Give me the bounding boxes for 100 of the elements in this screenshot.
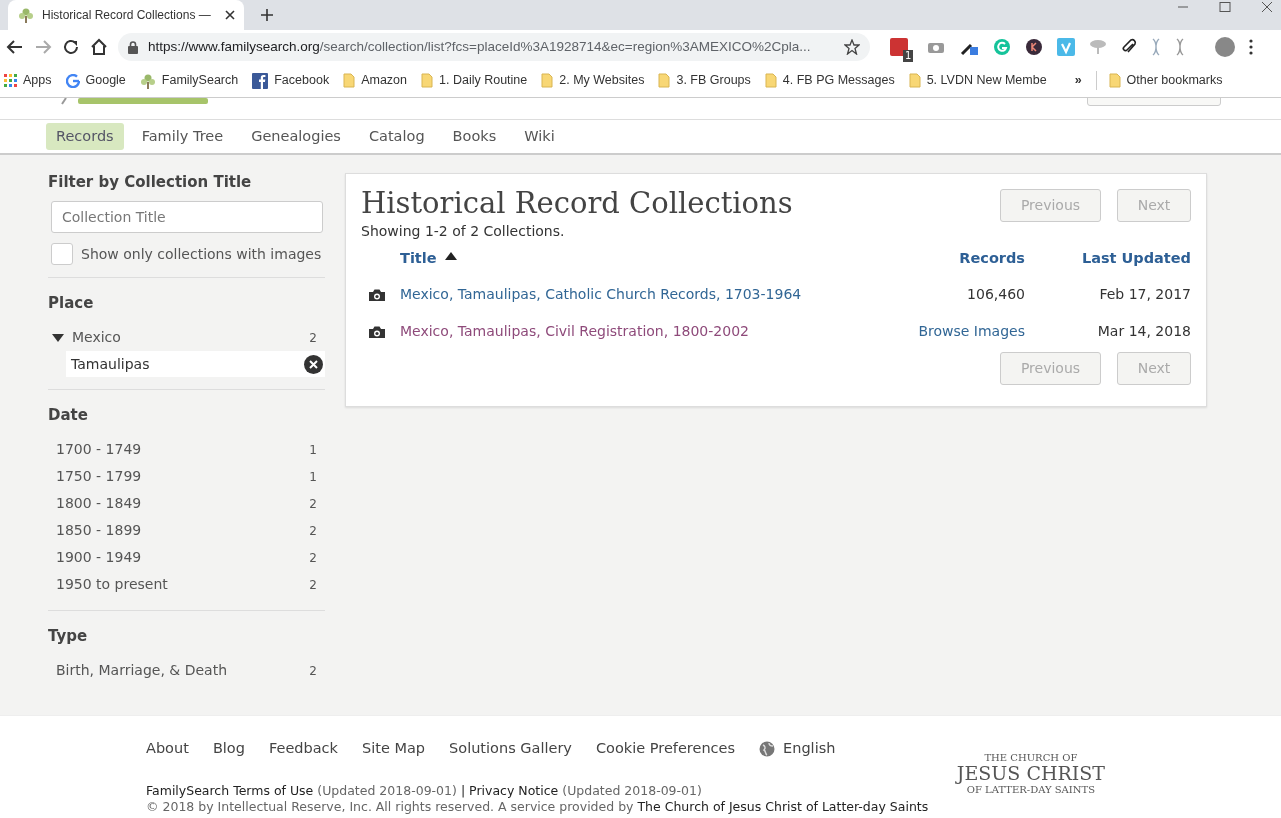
checkbox[interactable] xyxy=(51,243,73,265)
maximize-icon[interactable] xyxy=(1219,2,1231,12)
folder-icon xyxy=(908,73,921,88)
bookmark-item[interactable]: Amazon xyxy=(343,71,407,90)
updated-note: (Updated 2018-09-01) xyxy=(317,781,457,800)
star-icon[interactable] xyxy=(844,39,860,55)
section-heading: Place xyxy=(48,294,95,312)
column-header[interactable]: Records xyxy=(959,247,1025,270)
church-link[interactable]: The Church of Jesus Christ of Latter-day Saints xyxy=(637,800,929,813)
url-text: https://www.familysearch.org/search/collection/list?fcs=placeId%3A1928714&ec=region%3AMEXICO%2Cpla... xyxy=(148,37,811,56)
footer-link[interactable]: Solutions Gallery xyxy=(449,738,572,760)
updated-note: (Updated 2018-09-01) xyxy=(562,781,702,800)
copyright-text: © 2018 by Intellectual Reserve, Inc. All rights reserved. A service provided by xyxy=(146,800,634,813)
folder-icon xyxy=(343,73,356,88)
date-cell: Mar 14, 2018 xyxy=(1097,322,1191,339)
apps-grid-icon xyxy=(4,74,17,87)
tree-icon xyxy=(139,72,156,89)
date-filter-item[interactable]: 1700 - 1749 xyxy=(56,439,142,460)
filter-heading: Filter by Collection Title xyxy=(48,173,253,191)
count-label: 2 xyxy=(309,495,317,513)
folder-icon xyxy=(541,73,554,88)
bookmark-item[interactable]: Apps xyxy=(4,71,52,90)
new-tab-icon[interactable] xyxy=(260,8,274,22)
count-label: 2 xyxy=(309,662,317,680)
column-header[interactable]: Title xyxy=(400,247,457,270)
filter-label: Tamaulipas xyxy=(71,354,150,374)
remove-filter-button[interactable] xyxy=(304,354,323,374)
count-label: 2 xyxy=(309,329,317,347)
dna-icon[interactable] xyxy=(1175,38,1186,56)
record-count: 106,460 xyxy=(967,285,1025,302)
nav-tab[interactable]: Family Tree xyxy=(131,122,234,151)
back-icon[interactable] xyxy=(6,39,24,55)
address-bar[interactable]: https://www.familysearch.org/search/collection/list?fcs=placeId%3A1928714&ec=region%3AMEXICO%2Cpla... xyxy=(118,33,870,61)
date-filter-item[interactable]: 1750 - 1799 xyxy=(56,466,142,487)
tree-icon xyxy=(18,7,34,23)
date-filter-item[interactable]: 1850 - 1899 xyxy=(56,520,142,541)
legal-link[interactable]: Privacy Notice xyxy=(469,781,559,801)
nav-tab[interactable]: Genealogies xyxy=(241,122,351,151)
reload-icon[interactable] xyxy=(62,38,80,56)
caret-icon[interactable] xyxy=(52,333,64,342)
results-summary: Showing 1-2 of 2 Collections. xyxy=(361,221,566,241)
footer-link[interactable]: Blog xyxy=(212,738,245,760)
bookmark-item[interactable]: 5. LVDN New Membe xyxy=(908,71,1047,90)
date-cell: Feb 17, 2017 xyxy=(1099,285,1191,302)
date-filter-item[interactable]: 1900 - 1949 xyxy=(56,547,142,568)
bookmark-item[interactable]: 2. My Websites xyxy=(541,71,645,90)
column-header[interactable]: Last Updated xyxy=(1081,247,1191,270)
nav-tab[interactable]: Records xyxy=(46,122,124,151)
facebook-icon xyxy=(252,72,269,89)
bookmark-item[interactable]: 3. FB Groups xyxy=(658,71,751,90)
bookmark-item[interactable]: 4. FB PG Messages xyxy=(764,71,895,90)
count-label: 2 xyxy=(309,549,317,567)
bookmark-item[interactable]: Facebook xyxy=(252,71,330,90)
tab-title: Historical Record Collections — xyxy=(42,7,212,24)
close-icon[interactable] xyxy=(224,9,236,21)
bookmark-item[interactable]: FamilySearch xyxy=(139,71,239,90)
separator-text: | xyxy=(460,781,466,800)
language-link[interactable]: English xyxy=(759,738,836,760)
camera-icon[interactable] xyxy=(927,40,946,54)
search-field[interactable]: Collection Title xyxy=(51,201,323,233)
bookmark-item[interactable]: Other bookmarks xyxy=(1095,71,1223,90)
count-label: 2 xyxy=(309,522,317,540)
checkbox-label: Show only collections with images xyxy=(81,244,322,264)
section-heading: Date xyxy=(48,406,89,424)
count-label: 1 xyxy=(309,468,317,486)
home-icon[interactable] xyxy=(90,38,108,56)
bookmark-item[interactable]: 1. Daily Routine xyxy=(421,71,528,90)
close-icon xyxy=(309,359,318,369)
nav-tab[interactable]: Books xyxy=(442,122,507,151)
date-filter-item[interactable]: 1950 to present xyxy=(56,574,168,595)
bookmark-item[interactable]: Google xyxy=(65,71,126,90)
footer-link[interactable]: Feedback xyxy=(268,738,338,760)
nav-tab[interactable]: Catalog xyxy=(358,122,435,151)
nav-tab[interactable]: Wiki xyxy=(514,122,565,151)
footer-link[interactable]: About xyxy=(146,738,189,760)
folder-icon xyxy=(421,73,433,88)
count-label: 2 xyxy=(309,576,317,594)
camera-icon xyxy=(368,287,386,302)
browse-images-link[interactable]: Browse Images xyxy=(918,322,1025,339)
avatar-icon[interactable] xyxy=(1215,37,1236,57)
browser-tab[interactable]: Historical Record Collections — xyxy=(8,0,244,30)
lock-icon xyxy=(128,40,138,54)
place-filter-item[interactable]: Mexico xyxy=(52,327,121,348)
footer-link[interactable]: Cookie Preferences xyxy=(595,738,736,760)
k-circle-icon[interactable] xyxy=(1025,38,1044,56)
more-icon[interactable] xyxy=(1249,39,1254,55)
close-icon[interactable] xyxy=(1261,2,1273,12)
count-label: 1 xyxy=(309,441,317,459)
page-title: Historical Record Collections xyxy=(361,186,793,221)
camera-icon xyxy=(368,324,386,339)
bookmarks-overflow[interactable]: » xyxy=(1074,71,1082,90)
collection-link[interactable]: Mexico, Tamaulipas, Catholic Church Records, 1703-1964 xyxy=(400,285,802,302)
type-filter-item[interactable]: Birth, Marriage, & Death xyxy=(56,660,227,681)
folder-icon xyxy=(658,73,671,88)
globe-icon xyxy=(759,740,776,757)
folder-icon xyxy=(1108,73,1121,88)
footer-link[interactable]: Site Map xyxy=(362,738,426,760)
date-filter-item[interactable]: 1800 - 1849 xyxy=(56,493,142,514)
collection-link[interactable]: Mexico, Tamaulipas, Civil Registration, 1800-2002 xyxy=(400,322,749,339)
legal-link[interactable]: FamilySearch Terms of Use xyxy=(146,781,314,801)
